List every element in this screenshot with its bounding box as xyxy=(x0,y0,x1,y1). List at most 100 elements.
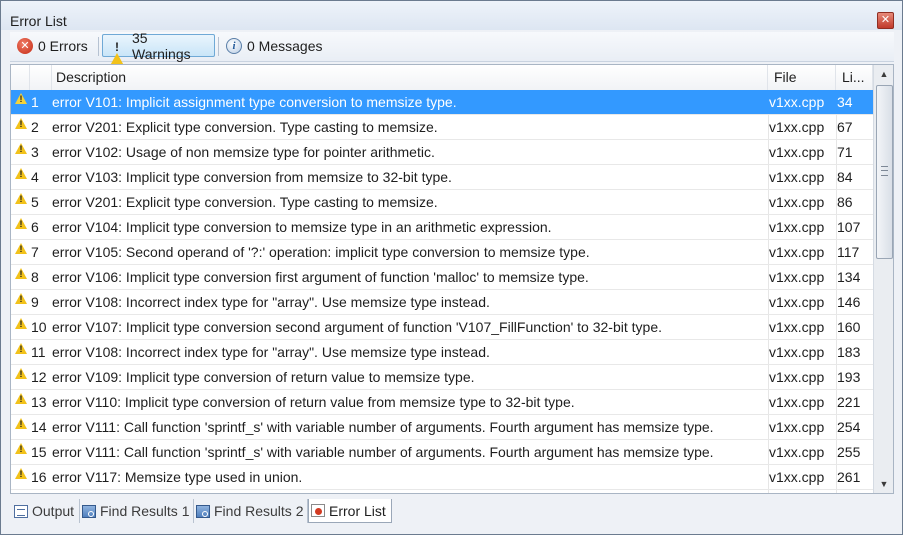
row-number: 16 xyxy=(31,469,47,485)
row-file: v1xx.cpp xyxy=(769,294,825,310)
errors-filter-button[interactable]: ✕ 0 Errors xyxy=(12,34,95,57)
row-file: v1xx.cpp xyxy=(769,394,825,410)
warning-icon: ! xyxy=(12,140,30,164)
row-file: v1xx.cpp xyxy=(769,444,825,460)
error-list-icon xyxy=(311,504,325,517)
row-description: error V104: Implicit type conversion to … xyxy=(52,219,552,235)
table-row[interactable]: ! 16 error V117: Memsize type used in unio… xyxy=(11,465,873,490)
column-header-file[interactable]: File xyxy=(768,65,836,90)
row-line: 134 xyxy=(837,269,861,285)
info-icon: i xyxy=(226,37,242,54)
toolbar-divider xyxy=(218,37,219,56)
row-number: 15 xyxy=(31,444,47,460)
row-number: 6 xyxy=(31,219,39,235)
close-button[interactable]: ✕ xyxy=(877,12,894,29)
toolbar-divider xyxy=(98,37,99,56)
messages-filter-button[interactable]: i 0 Messages xyxy=(221,34,331,57)
row-file: v1xx.cpp xyxy=(769,244,825,260)
table-row[interactable]: ! 10 error V107: Implicit type conversion … xyxy=(11,315,873,340)
row-file: v1xx.cpp xyxy=(769,344,825,360)
error-icon: ✕ xyxy=(17,37,33,54)
warning-icon: ! xyxy=(12,315,30,339)
warning-icon: ! xyxy=(12,340,30,364)
row-number: 4 xyxy=(31,169,39,185)
tab-label: Output xyxy=(32,503,75,519)
tab-find-results-1[interactable]: Find Results 1 xyxy=(80,499,194,523)
row-number: 1 xyxy=(31,94,39,110)
warning-icon: ! xyxy=(12,465,30,489)
row-number: 14 xyxy=(31,419,47,435)
scroll-down-arrow-icon[interactable]: ▼ xyxy=(874,475,893,493)
row-description: error V103: Implicit type conversion fro… xyxy=(52,169,452,185)
scroll-up-arrow-icon[interactable]: ▲ xyxy=(874,65,893,83)
title-bar: Error List ✕ xyxy=(1,1,902,30)
row-number: 11 xyxy=(31,344,46,360)
column-header-line[interactable]: Li... xyxy=(836,65,873,90)
row-line: 193 xyxy=(837,369,861,385)
close-icon: ✕ xyxy=(880,14,891,26)
warning-icon: ! xyxy=(12,365,30,389)
table-row[interactable]: ! 5 error V201: Explicit type conversion. … xyxy=(11,190,873,215)
row-line: 221 xyxy=(837,394,861,410)
row-file: v1xx.cpp xyxy=(769,94,825,110)
table-row[interactable]: ! 1 error V101: Implicit assignment type c… xyxy=(11,90,873,115)
find-results-icon xyxy=(82,504,96,518)
error-list-window: Error List ✕ ✕ 0 Errors ! 35 Warnings i … xyxy=(0,0,903,535)
row-description: error V117: Memsize type used in union. xyxy=(52,469,303,485)
column-header-icon[interactable] xyxy=(11,65,30,90)
table-row[interactable]: ! 6 error V104: Implicit type conversion t… xyxy=(11,215,873,240)
row-description: error V109: Implicit type conversion of … xyxy=(52,369,475,385)
row-file: v1xx.cpp xyxy=(769,144,825,160)
error-rows: ! 1 error V101: Implicit assignment type c… xyxy=(11,90,873,490)
table-row[interactable]: ! 2 error V201: Explicit type conversion. … xyxy=(11,115,873,140)
column-header-row: Description File Li... xyxy=(11,65,873,91)
tab-label: Find Results 1 xyxy=(100,503,190,519)
errors-filter-label: 0 Errors xyxy=(38,37,88,54)
row-file: v1xx.cpp xyxy=(769,219,825,235)
table-row[interactable]: ! 13 error V110: Implicit type conversion … xyxy=(11,390,873,415)
row-line: 160 xyxy=(837,319,861,335)
row-number: 10 xyxy=(31,319,47,335)
warnings-filter-button[interactable]: ! 35 Warnings xyxy=(102,30,215,71)
grip-icon xyxy=(881,166,888,176)
table-row[interactable]: ! 8 error V106: Implicit type conversion f… xyxy=(11,265,873,290)
table-row[interactable]: ! 9 error V108: Incorrect index type for "… xyxy=(11,290,873,315)
table-row[interactable]: ! 3 error V102: Usage of non memsize type … xyxy=(11,140,873,165)
tab-output[interactable]: Output xyxy=(12,499,80,523)
bottom-tab-strip: Output Find Results 1 Find Results 2 Err… xyxy=(10,497,894,526)
warning-icon: ! xyxy=(12,415,30,439)
row-description: error V108: Incorrect index type for "ar… xyxy=(52,344,490,360)
table-row[interactable]: ! 14 error V111: Call function 'sprintf_s'… xyxy=(11,415,873,440)
column-header-number[interactable] xyxy=(30,65,52,90)
row-number: 7 xyxy=(31,244,39,260)
row-line: 117 xyxy=(837,244,860,260)
error-list-grid: Description File Li... ! 1 error V101: Imp… xyxy=(10,64,894,494)
row-line: 254 xyxy=(837,419,861,435)
scrollbar-thumb[interactable] xyxy=(876,85,893,259)
warning-icon: ! xyxy=(12,265,30,289)
table-row[interactable]: ! 12 error V109: Implicit type conversion … xyxy=(11,365,873,390)
warning-icon: ! xyxy=(12,390,30,414)
column-header-description[interactable]: Description xyxy=(52,65,768,90)
warning-icon: ! xyxy=(12,115,30,139)
table-row[interactable]: ! 4 error V103: Implicit type conversion f… xyxy=(11,165,873,190)
table-row[interactable]: ! 11 error V108: Incorrect index type for … xyxy=(11,340,873,365)
table-row[interactable]: ! 15 error V111: Call function 'sprintf_s'… xyxy=(11,440,873,465)
row-line: 183 xyxy=(837,344,861,360)
row-file: v1xx.cpp xyxy=(769,469,825,485)
row-number: 2 xyxy=(31,119,39,135)
vertical-scrollbar[interactable]: ▲ ▼ xyxy=(873,65,893,493)
row-line: 261 xyxy=(837,469,861,485)
table-row[interactable]: ! 7 error V105: Second operand of '?:' ope… xyxy=(11,240,873,265)
row-line: 146 xyxy=(837,294,861,310)
row-description: error V106: Implicit type conversion fir… xyxy=(52,269,589,285)
window-title: Error List xyxy=(10,13,67,29)
tab-error-list[interactable]: Error List xyxy=(308,499,392,523)
tab-find-results-2[interactable]: Find Results 2 xyxy=(194,499,308,523)
row-description: error V107: Implicit type conversion sec… xyxy=(52,319,662,335)
row-number: 8 xyxy=(31,269,39,285)
row-line: 71 xyxy=(837,144,853,160)
output-icon xyxy=(14,504,28,518)
row-file: v1xx.cpp xyxy=(769,119,825,135)
row-line: 67 xyxy=(837,119,853,135)
